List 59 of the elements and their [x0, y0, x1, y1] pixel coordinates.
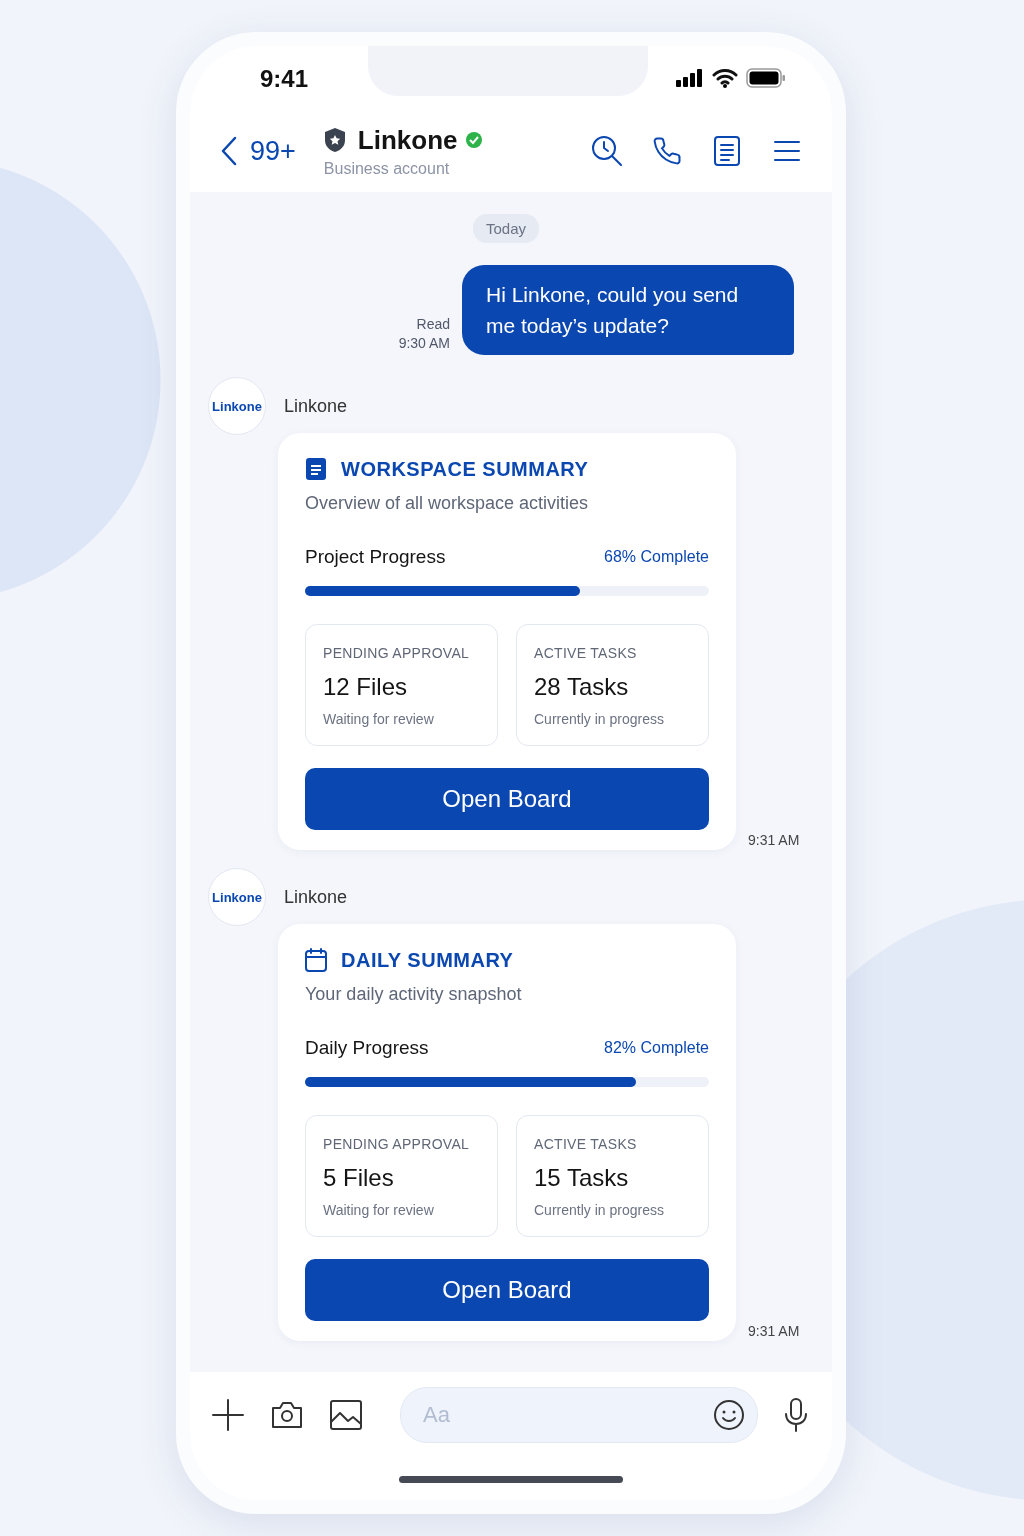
message-time: 9:31 AM: [748, 1323, 800, 1339]
message-time: 9:31 AM: [748, 832, 800, 848]
card-subtitle: Your daily activity snapshot: [305, 984, 523, 1005]
stat-value: 5 Files: [323, 1164, 395, 1192]
phone-icon: [652, 136, 682, 166]
battery-icon: [746, 68, 786, 88]
shield-icon: [323, 127, 346, 153]
microphone-icon: [784, 1398, 808, 1432]
sender-name: Linkone: [284, 395, 348, 417]
message-time: 9:30 AM: [398, 335, 450, 351]
signal-icon: [676, 69, 704, 87]
stat-value: 28 Tasks: [534, 673, 630, 701]
card-title: DAILY SUMMARY: [341, 948, 514, 972]
account-type: Business account: [323, 159, 451, 178]
stat-label: PENDING APPROVAL: [323, 645, 471, 661]
contact-name: Linkone: [357, 124, 458, 156]
emoji-icon[interactable]: [713, 1399, 745, 1431]
read-status: Read: [416, 316, 450, 332]
stat-value: 12 Files: [323, 673, 409, 701]
add-button[interactable]: [212, 1398, 244, 1432]
stat-note: Currently in progress: [534, 711, 665, 727]
progress-label: Project Progress: [305, 546, 446, 568]
message-field[interactable]: Aa: [400, 1387, 758, 1443]
stat-label: ACTIVE TASKS: [534, 1136, 638, 1152]
menu-icon: [773, 139, 801, 163]
calendar-icon: [305, 948, 327, 972]
image-icon: [330, 1400, 362, 1430]
stat-label: ACTIVE TASKS: [534, 645, 638, 661]
message-bubble: Hi Linkone, could you send me today’s update?: [462, 265, 794, 355]
document-icon: [713, 135, 741, 167]
sender-name: Linkone: [284, 886, 348, 908]
open-board-button[interactable]: Open Board: [305, 768, 709, 830]
stat-value: 15 Tasks: [534, 1164, 630, 1192]
card-title: WORKSPACE SUMMARY: [341, 457, 589, 481]
gallery-button[interactable]: [330, 1398, 362, 1432]
stat-note: Waiting for review: [323, 711, 435, 727]
back-button[interactable]: 99+: [220, 135, 296, 167]
open-board-button[interactable]: Open Board: [305, 1259, 709, 1321]
progress-text: 82% Complete: [604, 1039, 709, 1057]
verified-icon: [465, 131, 484, 149]
search-button[interactable]: [590, 134, 624, 168]
microphone-button[interactable]: [784, 1398, 808, 1432]
stat-note: Currently in progress: [534, 1202, 665, 1218]
camera-icon: [270, 1400, 304, 1430]
avatar: Linkone: [208, 377, 266, 435]
wifi-icon: [712, 68, 738, 88]
search-icon: [591, 135, 623, 167]
message-input[interactable]: Aa: [421, 1401, 713, 1429]
stat-note: Waiting for review: [323, 1202, 435, 1218]
document-icon: [305, 457, 327, 481]
status-time: 9:41: [260, 65, 309, 93]
progress-label: Daily Progress: [305, 1037, 429, 1059]
date-label: Today: [473, 214, 539, 243]
avatar: Linkone: [208, 868, 266, 926]
plus-icon: [212, 1399, 244, 1431]
stat-label: PENDING APPROVAL: [323, 1136, 471, 1152]
back-icon: [220, 136, 238, 166]
card-subtitle: Overview of all workspace activities: [305, 493, 590, 514]
progress-text: 68% Complete: [604, 548, 709, 566]
